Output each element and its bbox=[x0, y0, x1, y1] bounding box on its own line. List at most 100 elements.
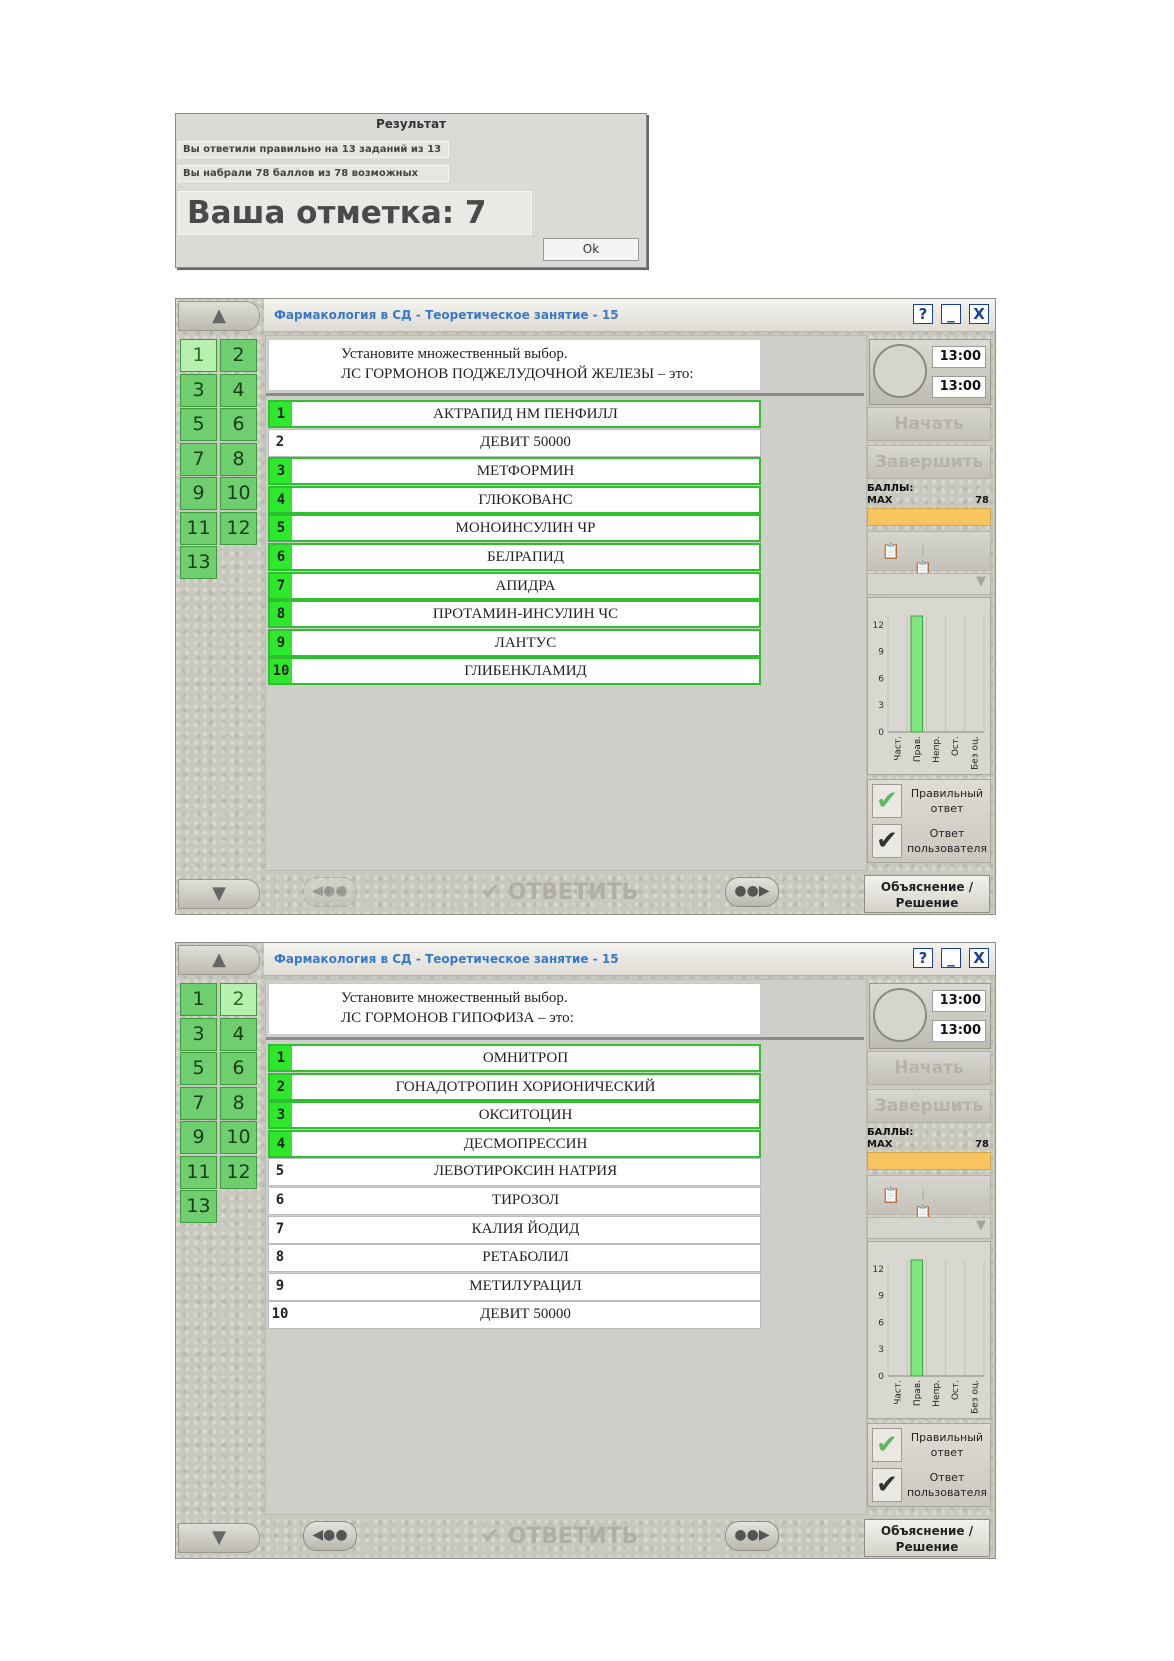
scroll-up-button[interactable]: ▲ bbox=[178, 301, 260, 331]
nav-question-8[interactable]: 8 bbox=[220, 1086, 257, 1120]
finish-button[interactable]: Завершить bbox=[867, 445, 991, 479]
info-clipboard-icon[interactable]: i📋 bbox=[912, 1186, 934, 1222]
question-panel: Установите множественный выбор. ЛС ГОРМО… bbox=[265, 979, 867, 1515]
answer-option[interactable]: 7 КАЛИЯ ЙОДИД bbox=[268, 1215, 761, 1244]
answer-option[interactable]: 2 ГОНАДОТРОПИН ХОРИОНИЧЕСКИЙ bbox=[268, 1072, 761, 1101]
minimize-icon[interactable]: _ bbox=[941, 304, 961, 324]
category-label: Непр. bbox=[932, 736, 942, 763]
nav-question-9[interactable]: 9 bbox=[180, 477, 217, 510]
nav-question-3[interactable]: 3 bbox=[180, 373, 217, 407]
close-icon[interactable]: X bbox=[969, 304, 989, 324]
answer-option[interactable]: 8 РЕТАБОЛИЛ bbox=[268, 1244, 761, 1273]
answer-option[interactable]: 3 ОКСИТОЦИН bbox=[268, 1101, 761, 1130]
nav-question-13[interactable]: 13 bbox=[180, 546, 217, 579]
category-label: Ост. bbox=[951, 736, 961, 756]
nav-question-12[interactable]: 12 bbox=[220, 511, 257, 545]
close-icon[interactable]: X bbox=[969, 948, 989, 968]
answer-option[interactable]: 7 АПИДРА bbox=[268, 571, 761, 600]
minimize-icon[interactable]: _ bbox=[941, 948, 961, 968]
prev-question-button[interactable]: ◀●● bbox=[303, 877, 357, 907]
tool-icons: 📋 i📋 bbox=[867, 531, 991, 578]
option-number: 2 bbox=[269, 429, 291, 456]
nav-question-6[interactable]: 6 bbox=[220, 1052, 257, 1085]
answer-option[interactable]: 6 БЕЛРАПИД bbox=[268, 543, 761, 571]
y-tick-label: 12 bbox=[873, 621, 884, 631]
mode-dropdown[interactable]: ▼ bbox=[867, 573, 991, 595]
option-label: ОМНИТРОП bbox=[482, 1050, 569, 1066]
answer-option[interactable]: 10 ДЕВИТ 50000 bbox=[268, 1301, 761, 1330]
time-left: 13:00 bbox=[932, 376, 986, 398]
nav-question-5[interactable]: 5 bbox=[180, 1052, 217, 1085]
answer-option[interactable]: 2 ДЕВИТ 50000 bbox=[268, 428, 761, 457]
answer-option[interactable]: 10 ГЛИБЕНКЛАМИД bbox=[268, 657, 761, 686]
user-check-icon: ✔ bbox=[872, 1468, 902, 1502]
user-check-icon: ✔ bbox=[872, 824, 902, 858]
next-question-button[interactable]: ●●▶ bbox=[725, 1521, 779, 1551]
option-label: МЕТИЛУРАЦИЛ bbox=[469, 1277, 582, 1294]
nav-question-8[interactable]: 8 bbox=[220, 442, 257, 476]
answer-option[interactable]: 3 МЕТФОРМИН bbox=[268, 457, 761, 486]
answer-option[interactable]: 9 ЛАНТУС bbox=[268, 628, 761, 657]
answer-button[interactable]: ✔ ОТВЕТИТЬ bbox=[475, 1521, 645, 1553]
start-button[interactable]: Начать bbox=[867, 407, 991, 441]
answer-option[interactable]: 1 ОМНИТРОП bbox=[268, 1044, 761, 1072]
nav-question-10[interactable]: 10 bbox=[220, 477, 257, 510]
scroll-down-button[interactable]: ▼ bbox=[178, 879, 260, 909]
explanation-button[interactable]: Объяснение / Решение bbox=[864, 1519, 990, 1557]
finish-button[interactable]: Завершить bbox=[867, 1089, 991, 1123]
y-tick-label: 9 bbox=[878, 648, 884, 658]
nav-question-1[interactable]: 1 bbox=[180, 983, 217, 1016]
nav-question-11[interactable]: 11 bbox=[180, 1155, 217, 1189]
nav-question-1[interactable]: 1 bbox=[180, 339, 217, 372]
info-clipboard-icon[interactable]: i📋 bbox=[912, 542, 934, 578]
answer-option[interactable]: 4 ГЛЮКОВАНС bbox=[268, 485, 761, 514]
nav-question-2[interactable]: 2 bbox=[220, 339, 257, 372]
next-question-button[interactable]: ●●▶ bbox=[725, 877, 779, 907]
nav-question-7[interactable]: 7 bbox=[180, 442, 217, 476]
help-icon[interactable]: ? bbox=[913, 304, 933, 324]
nav-question-9[interactable]: 9 bbox=[180, 1121, 217, 1154]
legend-user: Ответ пользователя bbox=[906, 1471, 988, 1499]
explanation-button[interactable]: Объяснение / Решение bbox=[864, 875, 990, 913]
nav-question-2[interactable]: 2 bbox=[220, 983, 257, 1016]
bottom-toolbar: ◀●● ✔ ОТВЕТИТЬ ●●▶ bbox=[265, 1515, 865, 1557]
nav-question-6[interactable]: 6 bbox=[220, 408, 257, 441]
nav-question-13[interactable]: 13 bbox=[180, 1190, 217, 1223]
option-number: 6 bbox=[269, 1188, 291, 1214]
option-number: 3 bbox=[270, 1103, 292, 1128]
ok-button[interactable]: Ok bbox=[543, 238, 639, 261]
nav-question-5[interactable]: 5 bbox=[180, 408, 217, 441]
category-label: Прав. bbox=[913, 736, 923, 762]
answer-option[interactable]: 9 МЕТИЛУРАЦИЛ bbox=[268, 1272, 761, 1301]
category-label: Ост. bbox=[951, 1380, 961, 1400]
option-number: 8 bbox=[269, 1245, 291, 1272]
answer-option[interactable]: 5 ЛЕВОТИРОКСИН НАТРИЯ bbox=[268, 1158, 761, 1187]
prev-question-button[interactable]: ◀●● bbox=[303, 1521, 357, 1551]
option-number: 9 bbox=[269, 1273, 291, 1300]
nav-question-7[interactable]: 7 bbox=[180, 1086, 217, 1120]
answer-option[interactable]: 4 ДЕСМОПРЕССИН bbox=[268, 1129, 761, 1158]
mode-dropdown[interactable]: ▼ bbox=[867, 1217, 991, 1239]
nav-question-4[interactable]: 4 bbox=[220, 1017, 257, 1051]
nav-question-10[interactable]: 10 bbox=[220, 1121, 257, 1154]
title-bar: Фармакология в СД - Теоретическое заняти… bbox=[264, 299, 995, 332]
clipboard-icon[interactable]: 📋 bbox=[880, 1186, 902, 1206]
option-number: 5 bbox=[269, 1159, 291, 1186]
answer-option[interactable]: 5 МОНОИНСУЛИН ЧР bbox=[268, 514, 761, 543]
answer-option[interactable]: 1 АКТРАПИД НМ ПЕНФИЛЛ bbox=[268, 400, 761, 428]
nav-question-3[interactable]: 3 bbox=[180, 1017, 217, 1051]
category-label: Прав. bbox=[913, 1380, 923, 1406]
clipboard-icon[interactable]: 📋 bbox=[880, 542, 902, 562]
scroll-up-button[interactable]: ▲ bbox=[178, 945, 260, 975]
question-instruction: Установите множественный выбор. bbox=[341, 346, 568, 362]
answer-option[interactable]: 6 ТИРОЗОЛ bbox=[268, 1187, 761, 1215]
answer-option[interactable]: 8 ПРОТАМИН-ИНСУЛИН ЧС bbox=[268, 600, 761, 629]
clock-icon bbox=[873, 988, 927, 1042]
start-button[interactable]: Начать bbox=[867, 1051, 991, 1085]
nav-question-4[interactable]: 4 bbox=[220, 373, 257, 407]
scroll-down-button[interactable]: ▼ bbox=[178, 1523, 260, 1553]
nav-question-11[interactable]: 11 bbox=[180, 511, 217, 545]
answer-button[interactable]: ✔ ОТВЕТИТЬ bbox=[475, 877, 645, 909]
nav-question-12[interactable]: 12 bbox=[220, 1155, 257, 1189]
help-icon[interactable]: ? bbox=[913, 948, 933, 968]
